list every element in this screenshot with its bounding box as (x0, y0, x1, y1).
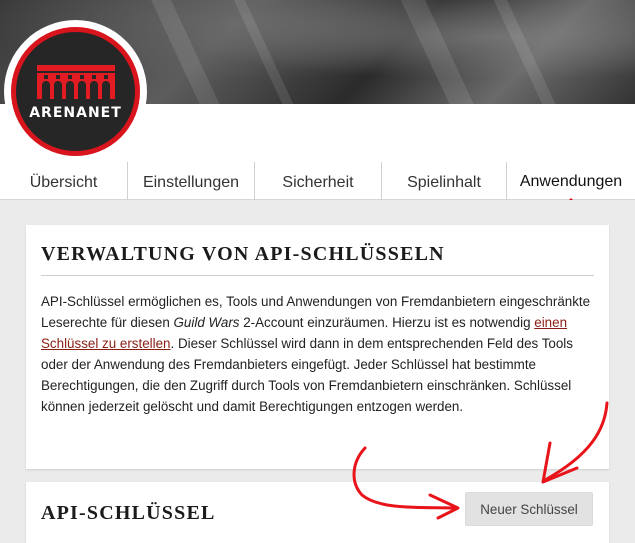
tab-label: Sicherheit (282, 174, 354, 191)
logo-badge: ARENANET (11, 27, 140, 156)
management-description: API-Schlüssel ermöglichen es, Tools und … (41, 291, 601, 417)
description-text: 2-Account einzuräumen. Hierzu ist es not… (239, 315, 535, 330)
logo-wordmark: ARENANET (29, 104, 122, 121)
arena-icon (36, 64, 115, 99)
tab-label: Spielinhalt (407, 174, 481, 191)
tab-list: Übersicht Einstellungen Sicherheit Spiel… (0, 162, 635, 204)
tab-security[interactable]: Sicherheit (255, 162, 382, 204)
management-title: VERWALTUNG VON API-SCHLÜSSELN (41, 243, 445, 265)
arenanet-logo[interactable]: ARENANET (4, 20, 147, 163)
tab-label: Anwendungen (519, 172, 623, 190)
tab-game-content[interactable]: Spielinhalt (382, 162, 507, 204)
api-keys-title: API-SCHLÜSSEL (41, 502, 216, 524)
game-name: Guild Wars (173, 315, 240, 330)
new-key-button[interactable]: Neuer Schlüssel (465, 492, 593, 526)
tab-applications[interactable]: Anwendungen (507, 162, 635, 204)
tab-label: Übersicht (29, 174, 98, 191)
tab-overview[interactable]: Übersicht (0, 162, 128, 204)
api-key-management-panel: VERWALTUNG VON API-SCHLÜSSELN API-Schlüs… (26, 225, 609, 469)
tab-label: Einstellungen (142, 174, 240, 191)
title-divider (41, 275, 594, 276)
tab-settings[interactable]: Einstellungen (128, 162, 255, 204)
